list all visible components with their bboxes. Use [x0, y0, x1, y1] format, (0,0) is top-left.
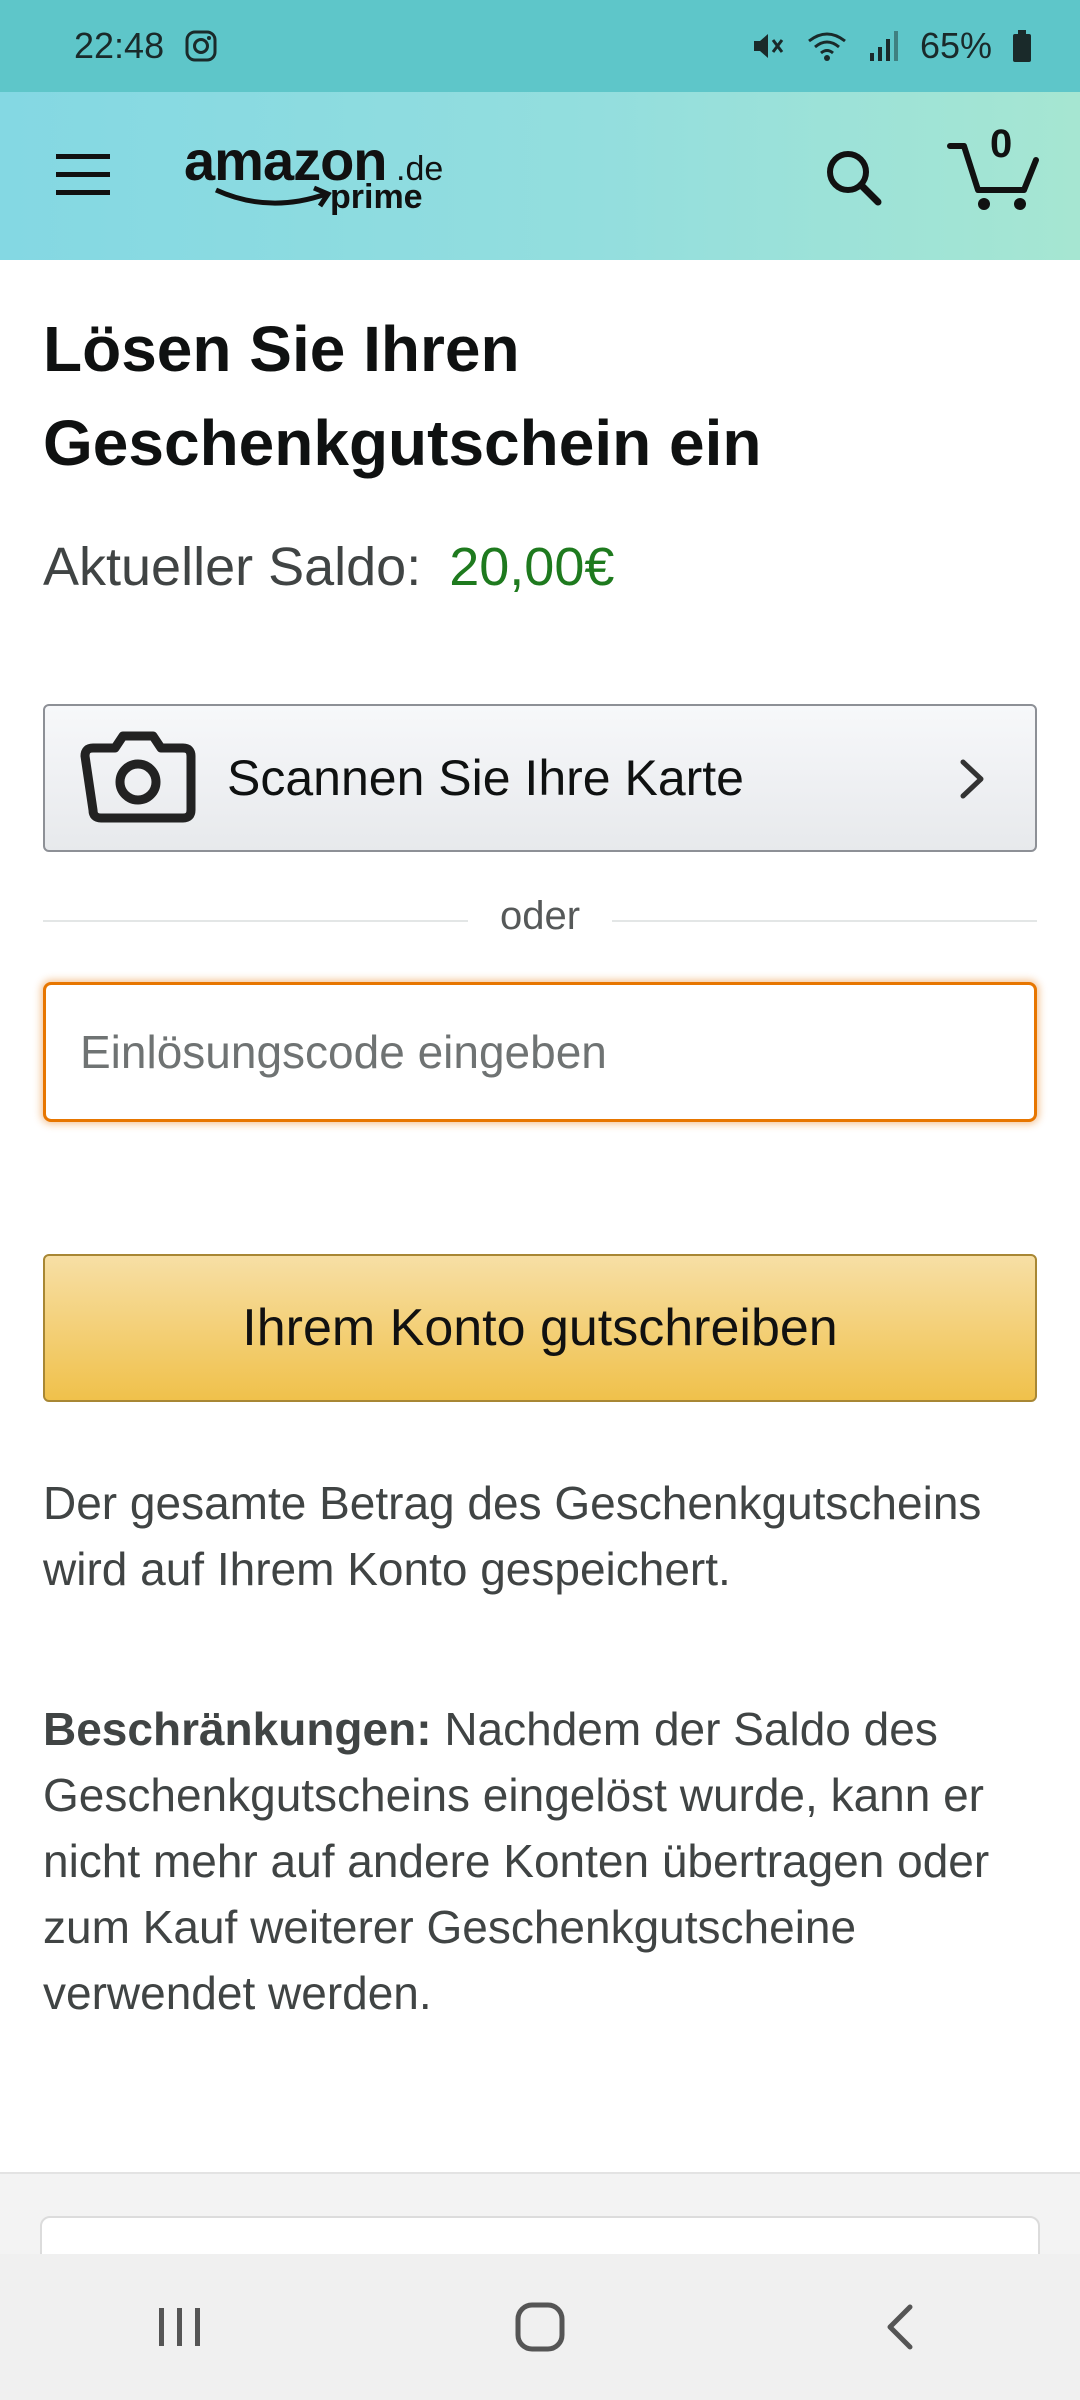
- back-icon[interactable]: [840, 2277, 960, 2377]
- cart-count: 0: [990, 122, 1013, 166]
- amazon-prime-logo[interactable]: amazon .de prime: [184, 129, 454, 224]
- smile-arrow-icon: [214, 185, 332, 208]
- home-icon[interactable]: [480, 2277, 600, 2377]
- camera-icon: [80, 731, 196, 823]
- navigation-bar: [0, 2254, 1080, 2400]
- divider-text: oder: [499, 894, 581, 938]
- status-time: 22:48: [74, 25, 165, 66]
- balance-label: Aktueller Saldo:: [43, 537, 422, 597]
- recent-apps-icon[interactable]: [120, 2277, 240, 2377]
- mute-icon: [750, 29, 786, 63]
- chevron-right-icon: [960, 759, 984, 799]
- signal-icon: [868, 29, 900, 63]
- restrictions-label: Beschränkungen:: [43, 1703, 432, 1755]
- menu-icon[interactable]: [52, 142, 116, 206]
- or-divider: oder: [43, 890, 1037, 950]
- logo-prime: prime: [330, 178, 423, 216]
- search-icon[interactable]: [820, 144, 888, 212]
- battery-percent: 65%: [919, 25, 992, 66]
- divider-line-right: [612, 920, 1037, 922]
- status-bar: 22:48 65%: [0, 0, 1080, 92]
- redemption-code-input[interactable]: [43, 982, 1037, 1122]
- bottom-section: [0, 2172, 1080, 2276]
- balance-row: Aktueller Saldo: 20,00€: [43, 536, 614, 598]
- scan-card-label: Scannen Sie Ihre Karte: [227, 750, 744, 806]
- battery-icon: [1012, 29, 1032, 63]
- instagram-icon: [184, 29, 218, 63]
- app-header: amazon .de prime 0: [0, 92, 1080, 260]
- status-right: 65%: [750, 25, 1032, 67]
- scan-card-button[interactable]: Scannen Sie Ihre Karte: [43, 704, 1037, 852]
- page-title: Lösen Sie Ihren Geschenkgutschein ein: [43, 313, 762, 479]
- cart-button[interactable]: 0: [946, 122, 1046, 218]
- wifi-icon: [806, 29, 848, 63]
- status-left: 22:48: [74, 25, 218, 67]
- restrictions-text: Beschränkungen: Nachdem der Saldo des Ge…: [43, 1696, 1043, 2026]
- info-text: Der gesamte Betrag des Geschenkgutschein…: [43, 1477, 982, 1595]
- redeem-to-account-button[interactable]: Ihrem Konto gutschreiben: [43, 1254, 1037, 1402]
- balance-value: 20,00€: [449, 537, 615, 597]
